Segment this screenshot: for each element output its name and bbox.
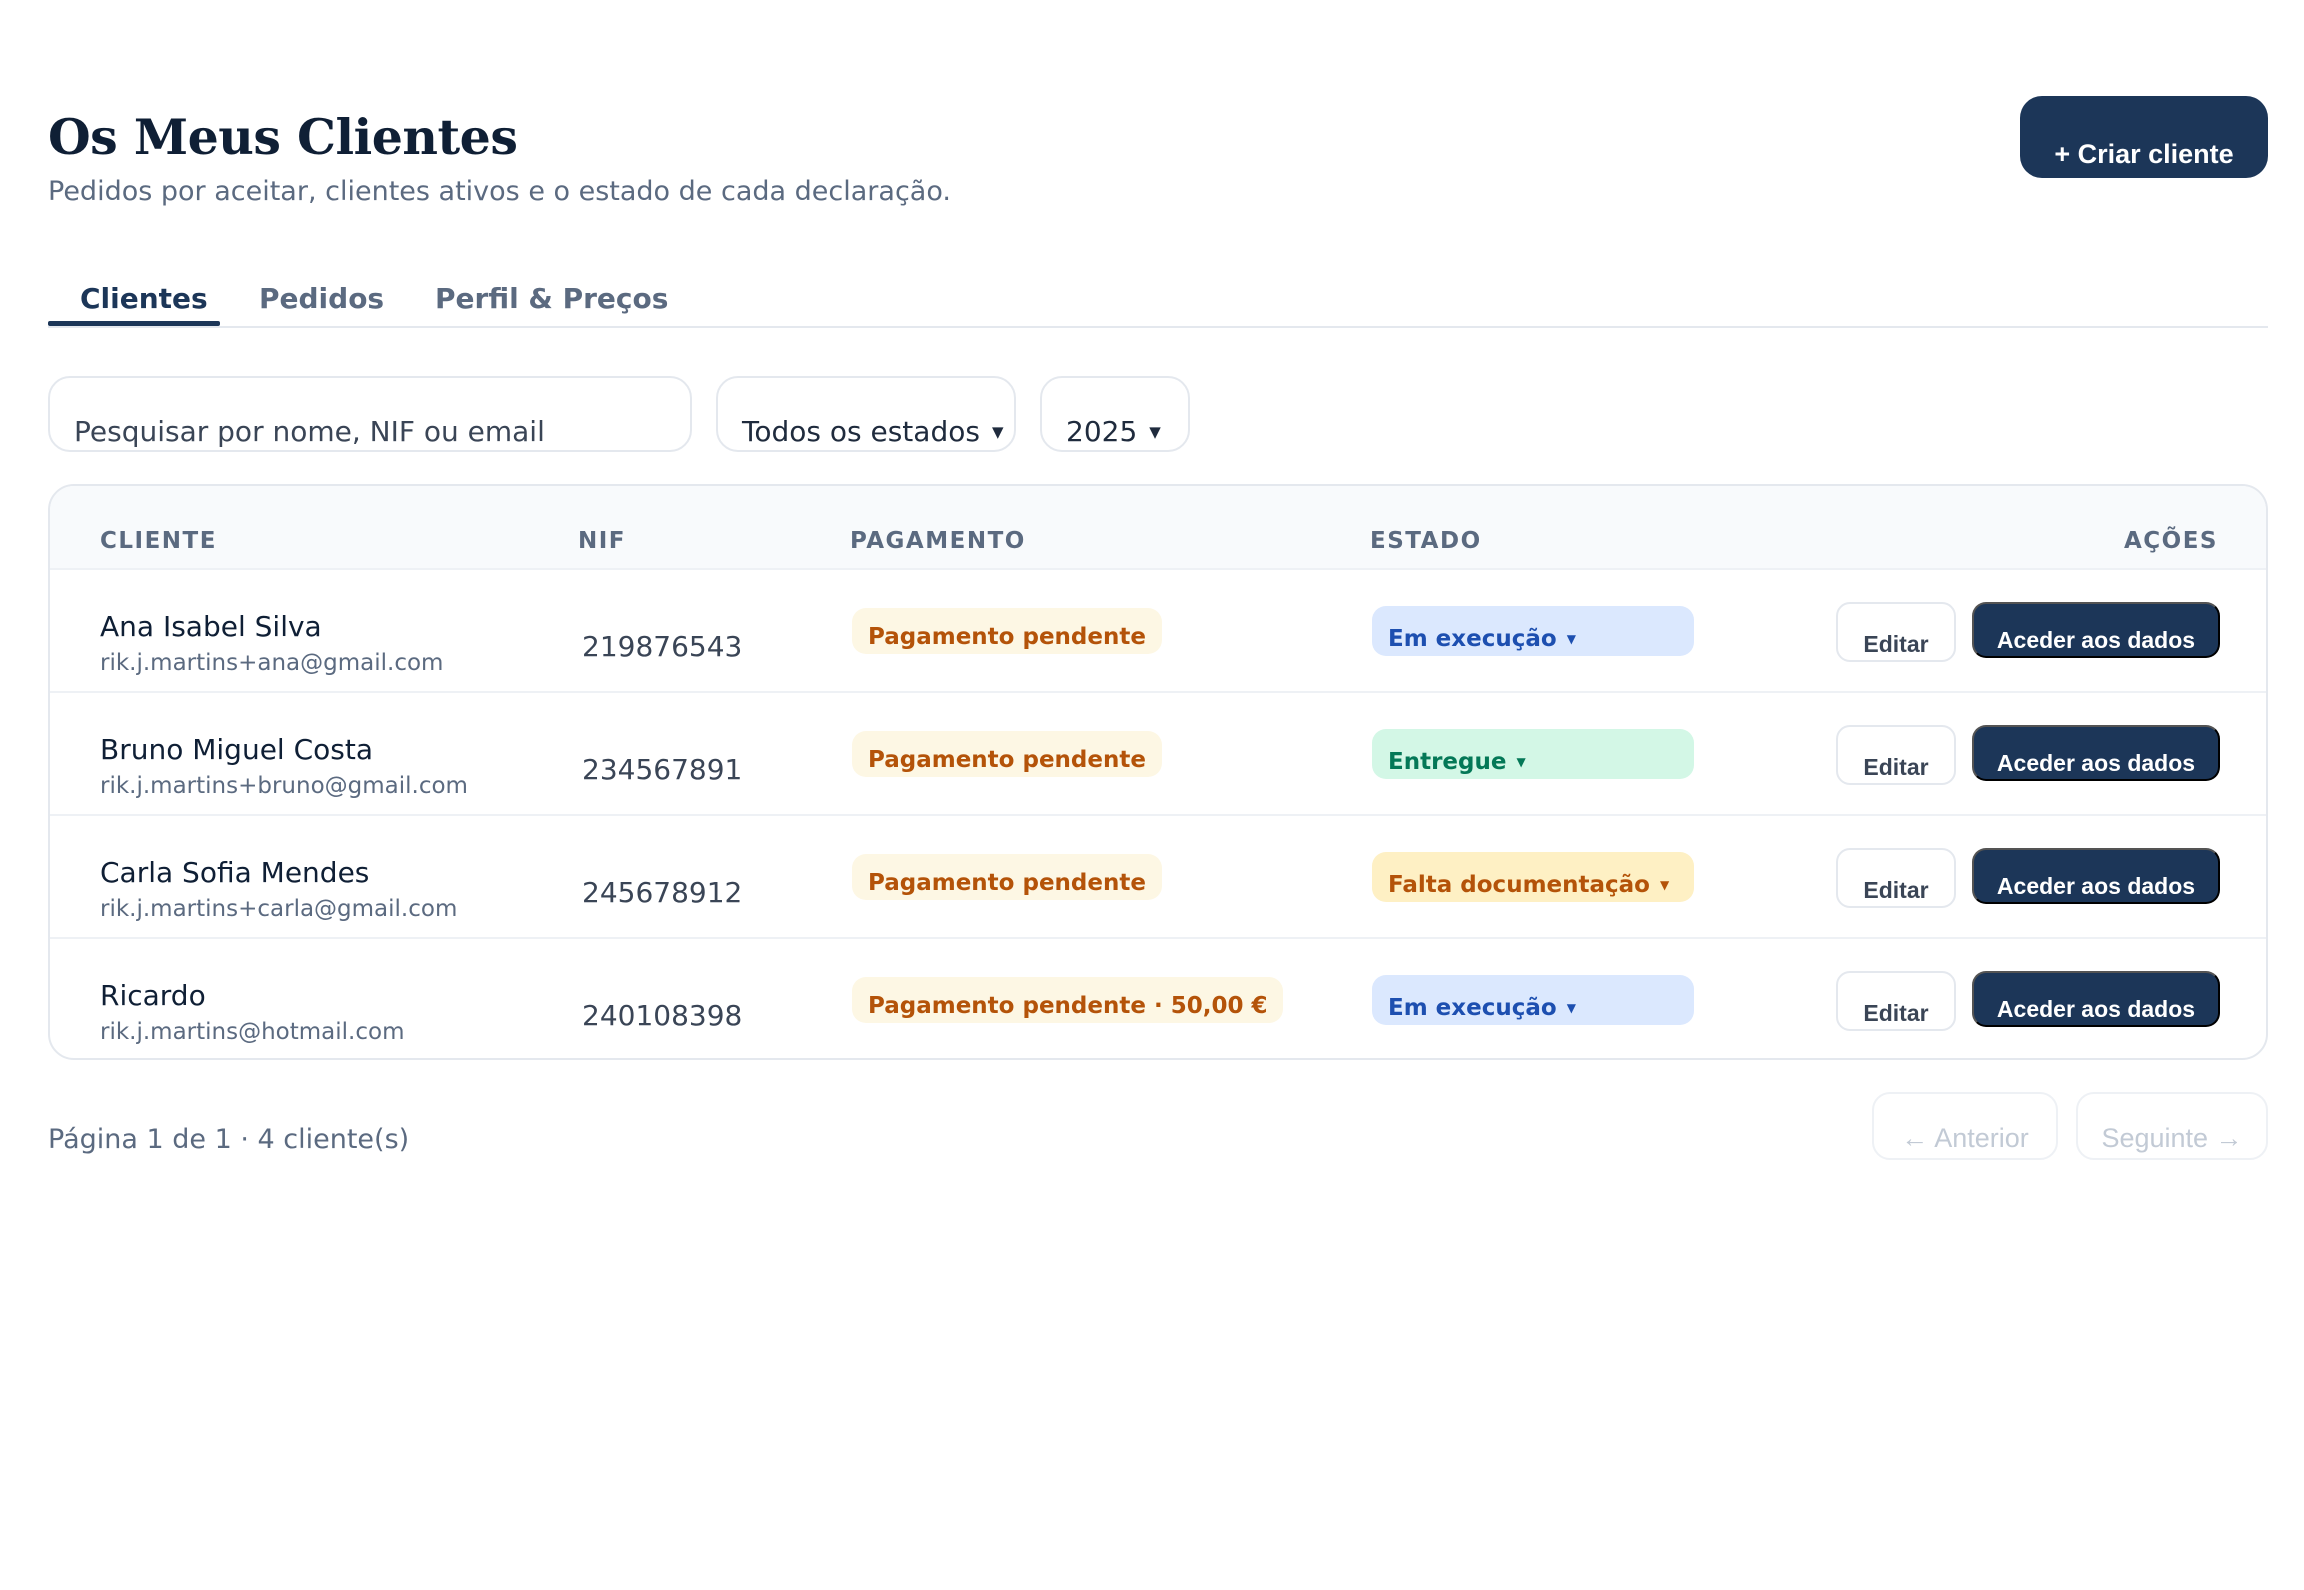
column-header-client: CLIENTE <box>100 528 217 554</box>
client-email: rik.j.martins+ana@gmail.com <box>100 650 444 676</box>
client-name: Carla Sofia Mendes <box>100 856 370 889</box>
tab-clientes[interactable]: Clientes <box>80 282 208 315</box>
table-header: CLIENTE NIF PAGAMENTO ESTADO AÇÕES <box>50 486 2266 570</box>
access-data-button[interactable]: Aceder aos dados <box>1972 848 2220 904</box>
status-filter-select[interactable]: Todos os estados ▼ <box>716 376 1016 452</box>
client-nif: 240108398 <box>582 999 743 1032</box>
client-email: rik.j.martins+bruno@gmail.com <box>100 773 468 799</box>
table-row: Ricardo rik.j.martins@hotmail.com 240108… <box>50 939 2266 1058</box>
edit-button[interactable]: Editar <box>1836 971 1956 1031</box>
state-dropdown[interactable]: Falta documentação ▼ <box>1372 852 1694 902</box>
status-filter-value: Todos os estados <box>742 415 980 448</box>
active-tab-indicator <box>48 321 220 326</box>
access-data-button[interactable]: Aceder aos dados <box>1972 602 2220 658</box>
table-row: Ana Isabel Silva rik.j.martins+ana@gmail… <box>50 570 2266 693</box>
caret-down-icon: ▼ <box>1149 423 1161 441</box>
edit-button[interactable]: Editar <box>1836 725 1956 785</box>
table-row: Bruno Miguel Costa rik.j.martins+bruno@g… <box>50 693 2266 816</box>
caret-down-icon: ▼ <box>1566 632 1576 646</box>
client-email: rik.j.martins@hotmail.com <box>100 1019 405 1045</box>
client-nif: 219876543 <box>582 630 743 663</box>
state-value: Entregue <box>1388 749 1507 775</box>
next-page-button[interactable]: Seguinte → <box>2076 1092 2268 1160</box>
column-header-state: ESTADO <box>1370 528 1482 554</box>
payment-status-badge: Pagamento pendente <box>852 731 1162 777</box>
tab-pedidos[interactable]: Pedidos <box>259 282 384 315</box>
page-title: Os Meus Clientes <box>48 108 518 166</box>
access-data-button[interactable]: Aceder aos dados <box>1972 725 2220 781</box>
clients-table: CLIENTE NIF PAGAMENTO ESTADO AÇÕES Ana I… <box>48 484 2268 1060</box>
year-filter-select[interactable]: 2025 ▼ <box>1040 376 1190 452</box>
payment-status-badge: Pagamento pendente <box>852 608 1162 654</box>
client-email: rik.j.martins+carla@gmail.com <box>100 896 458 922</box>
state-value: Falta documentação <box>1388 872 1650 898</box>
year-filter-value: 2025 <box>1066 415 1138 448</box>
state-dropdown[interactable]: Em execução ▼ <box>1372 606 1694 656</box>
create-client-button[interactable]: + Criar cliente <box>2020 96 2268 178</box>
column-header-actions: AÇÕES <box>2123 528 2218 554</box>
client-name: Ana Isabel Silva <box>100 610 322 643</box>
access-data-button[interactable]: Aceder aos dados <box>1972 971 2220 1027</box>
payment-status-badge: Pagamento pendente · 50,00 € <box>852 977 1284 1023</box>
search-input[interactable]: Pesquisar por nome, NIF ou email <box>48 376 692 452</box>
tab-perfil-precos[interactable]: Perfil & Preços <box>435 282 668 315</box>
tab-bar: Clientes Pedidos Perfil & Preços <box>48 270 2268 328</box>
page-subtitle: Pedidos por aceitar, clientes ativos e o… <box>48 176 951 207</box>
caret-down-icon: ▼ <box>991 423 1004 441</box>
caret-down-icon: ▼ <box>1516 755 1526 769</box>
state-value: Em execução <box>1388 995 1557 1021</box>
page-header: Os Meus Clientes Pedidos por aceitar, cl… <box>48 108 951 207</box>
caret-down-icon: ▼ <box>1659 878 1670 892</box>
table-row: Carla Sofia Mendes rik.j.martins+carla@g… <box>50 816 2266 939</box>
client-nif: 245678912 <box>582 876 743 909</box>
previous-page-button[interactable]: ← Anterior <box>1872 1092 2058 1160</box>
client-name: Bruno Miguel Costa <box>100 733 374 766</box>
state-dropdown[interactable]: Entregue ▼ <box>1372 729 1694 779</box>
client-nif: 234567891 <box>582 753 743 786</box>
edit-button[interactable]: Editar <box>1836 602 1956 662</box>
caret-down-icon: ▼ <box>1566 1001 1576 1015</box>
state-dropdown[interactable]: Em execução ▼ <box>1372 975 1694 1025</box>
state-value: Em execução <box>1388 626 1557 652</box>
client-name: Ricardo <box>100 979 206 1012</box>
edit-button[interactable]: Editar <box>1836 848 1956 908</box>
pagination-info: Página 1 de 1 · 4 cliente(s) <box>48 1124 410 1155</box>
payment-status-badge: Pagamento pendente <box>852 854 1162 900</box>
column-header-nif: NIF <box>578 528 627 554</box>
column-header-payment: PAGAMENTO <box>850 528 1026 554</box>
search-placeholder: Pesquisar por nome, NIF ou email <box>74 415 545 448</box>
